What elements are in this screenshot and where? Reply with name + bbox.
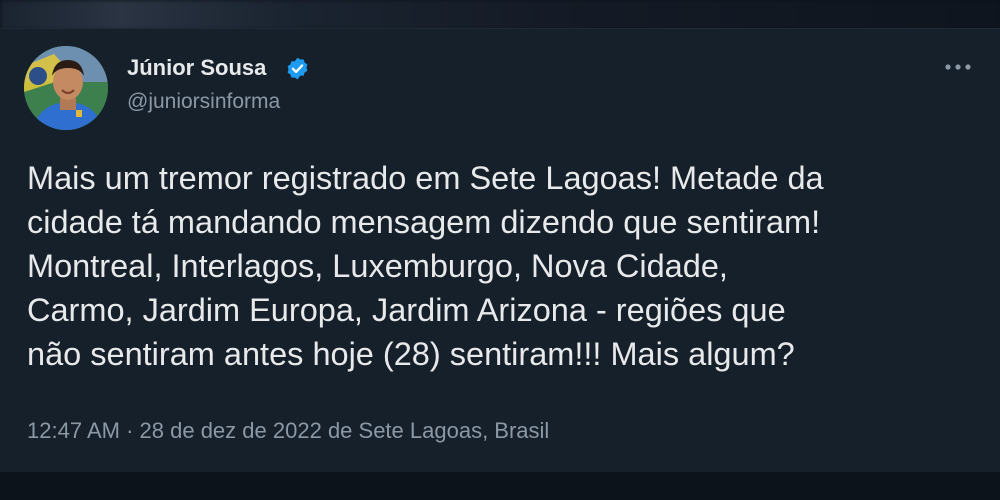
author-handle[interactable]: @juniorsinforma xyxy=(127,89,280,115)
bottom-edge xyxy=(0,472,1000,500)
blurred-top-edge xyxy=(0,0,1000,30)
tweet-location: de Sete Lagoas, Brasil xyxy=(327,418,550,443)
more-options-icon[interactable] xyxy=(940,54,976,80)
tweet-text: Mais um tremor registrado em Sete Lagoas… xyxy=(27,160,824,372)
tweet-date[interactable]: 28 de dez de 2022 xyxy=(140,418,322,443)
tweet-time[interactable]: 12:47 AM xyxy=(27,418,120,443)
author-display-name[interactable]: Júnior Sousa xyxy=(127,54,266,82)
screenshot-frame: Júnior Sousa @juniorsinforma Mais um tre… xyxy=(0,0,1000,500)
meta-separator: · xyxy=(126,418,134,443)
tweet-meta: 12:47 AM · 28 de dez de 2022 de Sete Lag… xyxy=(27,417,549,445)
verified-badge-icon xyxy=(287,57,308,80)
profile-photo-icon xyxy=(24,46,108,130)
avatar[interactable] xyxy=(24,46,108,130)
